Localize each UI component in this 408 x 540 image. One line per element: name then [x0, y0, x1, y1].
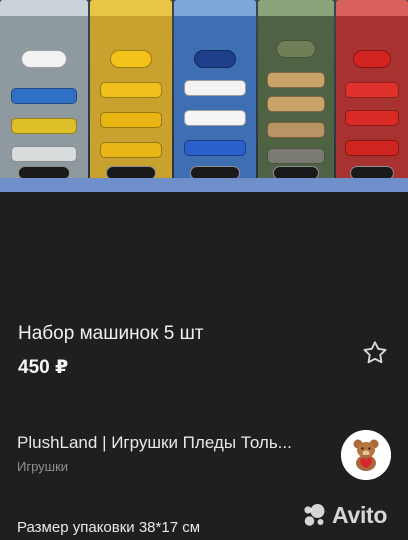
product-photo[interactable]: [0, 0, 408, 192]
toy-bullet-train: [10, 146, 78, 162]
toy-tank: [267, 122, 325, 138]
listing-title: Набор машинок 5 шт: [18, 323, 204, 344]
toy-police-car: [183, 110, 247, 126]
toy-truck: [99, 112, 163, 128]
toy-fighter-jet: [267, 72, 325, 88]
toy-helicopter: [276, 40, 316, 58]
toy-pack-fire-rescue: [336, 0, 408, 188]
pack-header: [0, 0, 88, 16]
pack-header: [336, 0, 408, 16]
toy-motorcycle: [193, 50, 237, 68]
avito-watermark: Avito: [302, 500, 387, 530]
toy-train: [10, 118, 78, 134]
star-outline-icon: [363, 341, 387, 364]
teddy-bear-avatar: [341, 430, 391, 480]
listing-price: 450 ₽: [18, 357, 69, 378]
pack-header: [258, 0, 334, 16]
toy-pack-construction-yellow: [90, 0, 172, 188]
toy-fire-ladder-truck: [344, 140, 400, 156]
toy-armored-car: [267, 148, 325, 164]
toy-dump-truck: [99, 142, 163, 158]
toy-fighter-jet-2: [267, 96, 325, 112]
toy-motorcycle: [21, 50, 67, 68]
pack-header: [174, 0, 256, 16]
seller-avatar[interactable]: [341, 430, 391, 480]
seller-category: Игрушки: [17, 459, 69, 474]
toy-bus: [10, 88, 78, 104]
toy-motorcycle: [353, 50, 391, 68]
toy-bus: [99, 82, 163, 98]
toy-fire-truck: [344, 110, 400, 126]
toy-pack-military: [258, 0, 334, 188]
pack-header: [90, 0, 172, 16]
toy-pack-police-blue: [174, 0, 256, 188]
toy-fire-bus: [344, 82, 400, 98]
seller-name-link[interactable]: PlushLand | Игрушки Пледы Толь...: [17, 433, 332, 453]
package-size-text: Размер упаковки 38*17 см: [17, 519, 201, 536]
shelf-edge: [0, 178, 408, 192]
favorite-button[interactable]: [361, 339, 389, 367]
toy-pack-police-white: [0, 0, 88, 188]
toy-bus: [183, 80, 247, 96]
toy-police-car-blue: [183, 140, 247, 156]
avito-logo-icon: [304, 504, 325, 526]
avito-watermark-text: Avito: [332, 501, 388, 528]
toy-motorcycle: [109, 50, 153, 68]
